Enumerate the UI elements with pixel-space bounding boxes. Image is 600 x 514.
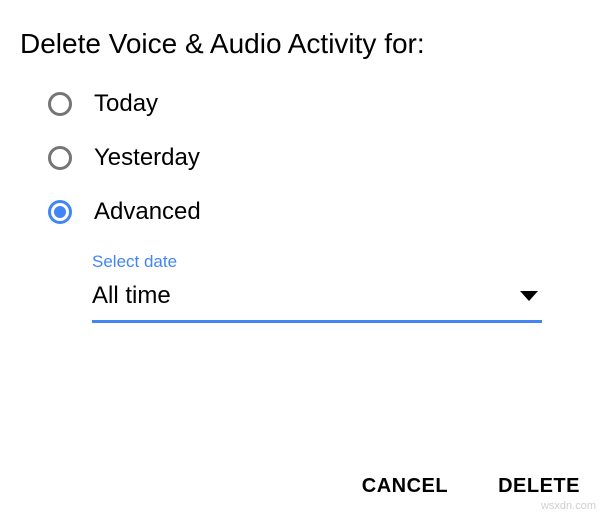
date-select-label: Select date xyxy=(92,252,542,272)
radio-option-today[interactable]: Today xyxy=(48,90,580,118)
chevron-down-icon xyxy=(520,291,538,301)
delete-activity-dialog: Delete Voice & Audio Activity for: Today… xyxy=(0,0,600,323)
dropdown-selected-value: All time xyxy=(92,282,171,310)
radio-option-yesterday[interactable]: Yesterday xyxy=(48,144,580,172)
delete-button[interactable]: DELETE xyxy=(498,475,580,498)
date-range-dropdown[interactable]: All time xyxy=(92,282,542,323)
radio-label-today: Today xyxy=(94,90,158,118)
watermark-text: wsxdn.com xyxy=(541,500,596,512)
time-range-radio-group: Today Yesterday Advanced xyxy=(20,90,580,226)
dialog-title: Delete Voice & Audio Activity for: xyxy=(20,28,580,60)
radio-icon-selected xyxy=(48,200,72,224)
radio-label-advanced: Advanced xyxy=(94,198,201,226)
radio-icon xyxy=(48,146,72,170)
date-select-section: Select date All time xyxy=(92,252,542,323)
radio-icon xyxy=(48,92,72,116)
radio-option-advanced[interactable]: Advanced xyxy=(48,198,580,226)
radio-label-yesterday: Yesterday xyxy=(94,144,200,172)
cancel-button[interactable]: CANCEL xyxy=(362,475,448,498)
dialog-actions: CANCEL DELETE xyxy=(362,475,580,498)
